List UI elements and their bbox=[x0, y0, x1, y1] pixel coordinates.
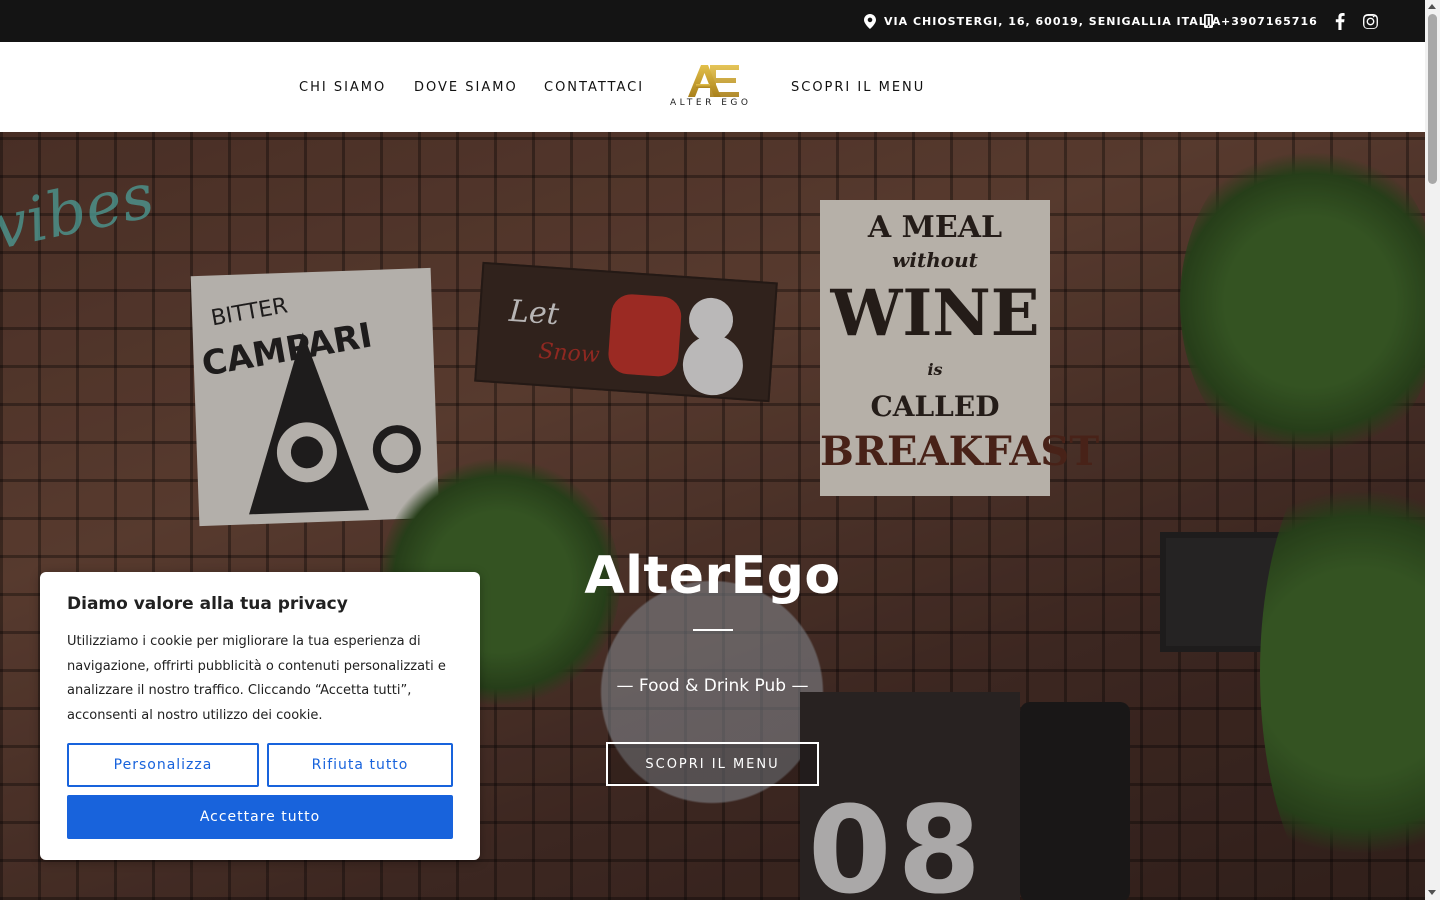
scrollbar-thumb[interactable] bbox=[1428, 14, 1437, 184]
logo-ae-mark bbox=[688, 65, 739, 97]
hero-divider bbox=[693, 629, 733, 631]
accept-all-button[interactable]: Accettare tutto bbox=[67, 795, 453, 839]
cookie-consent-dialog: Diamo valore alla tua privacy Utilizziam… bbox=[40, 572, 480, 860]
logo-wordmark: ALTER EGO bbox=[670, 98, 752, 108]
site-logo[interactable]: ALTER EGO bbox=[668, 64, 758, 112]
phone-text: +3907165716 bbox=[1221, 14, 1318, 28]
nav-dove-siamo[interactable]: DOVE SIAMO bbox=[414, 42, 518, 132]
nav-scopri-il-menu[interactable]: SCOPRI IL MENU bbox=[791, 42, 925, 132]
scopri-menu-button[interactable]: SCOPRI IL MENU bbox=[606, 742, 819, 786]
scroll-down-arrow-icon[interactable] bbox=[1428, 890, 1436, 895]
page-scrollbar[interactable] bbox=[1425, 0, 1440, 900]
customize-button[interactable]: Personalizza bbox=[67, 743, 259, 787]
phone-info[interactable]: +3907165716 bbox=[1204, 0, 1318, 42]
reject-all-button[interactable]: Rifiuta tutto bbox=[267, 743, 453, 787]
cookie-description: Utilizziamo i cookie per migliorare la t… bbox=[67, 634, 446, 723]
cookie-title: Diamo valore alla tua privacy bbox=[67, 594, 348, 614]
map-pin-icon bbox=[864, 13, 876, 29]
address-info[interactable]: VIA CHIOSTERGI, 16, 60019, SENIGALLIA IT… bbox=[864, 0, 1221, 42]
address-text: VIA CHIOSTERGI, 16, 60019, SENIGALLIA IT… bbox=[884, 14, 1222, 28]
mobile-phone-icon bbox=[1204, 14, 1213, 28]
scroll-up-arrow-icon[interactable] bbox=[1428, 4, 1436, 9]
instagram-icon[interactable] bbox=[1360, 11, 1380, 31]
facebook-icon[interactable] bbox=[1330, 11, 1350, 31]
nav-chi-siamo[interactable]: CHI SIAMO bbox=[299, 42, 386, 132]
top-info-bar: VIA CHIOSTERGI, 16, 60019, SENIGALLIA IT… bbox=[0, 0, 1425, 42]
nav-contattaci[interactable]: CONTATTACI bbox=[544, 42, 644, 132]
